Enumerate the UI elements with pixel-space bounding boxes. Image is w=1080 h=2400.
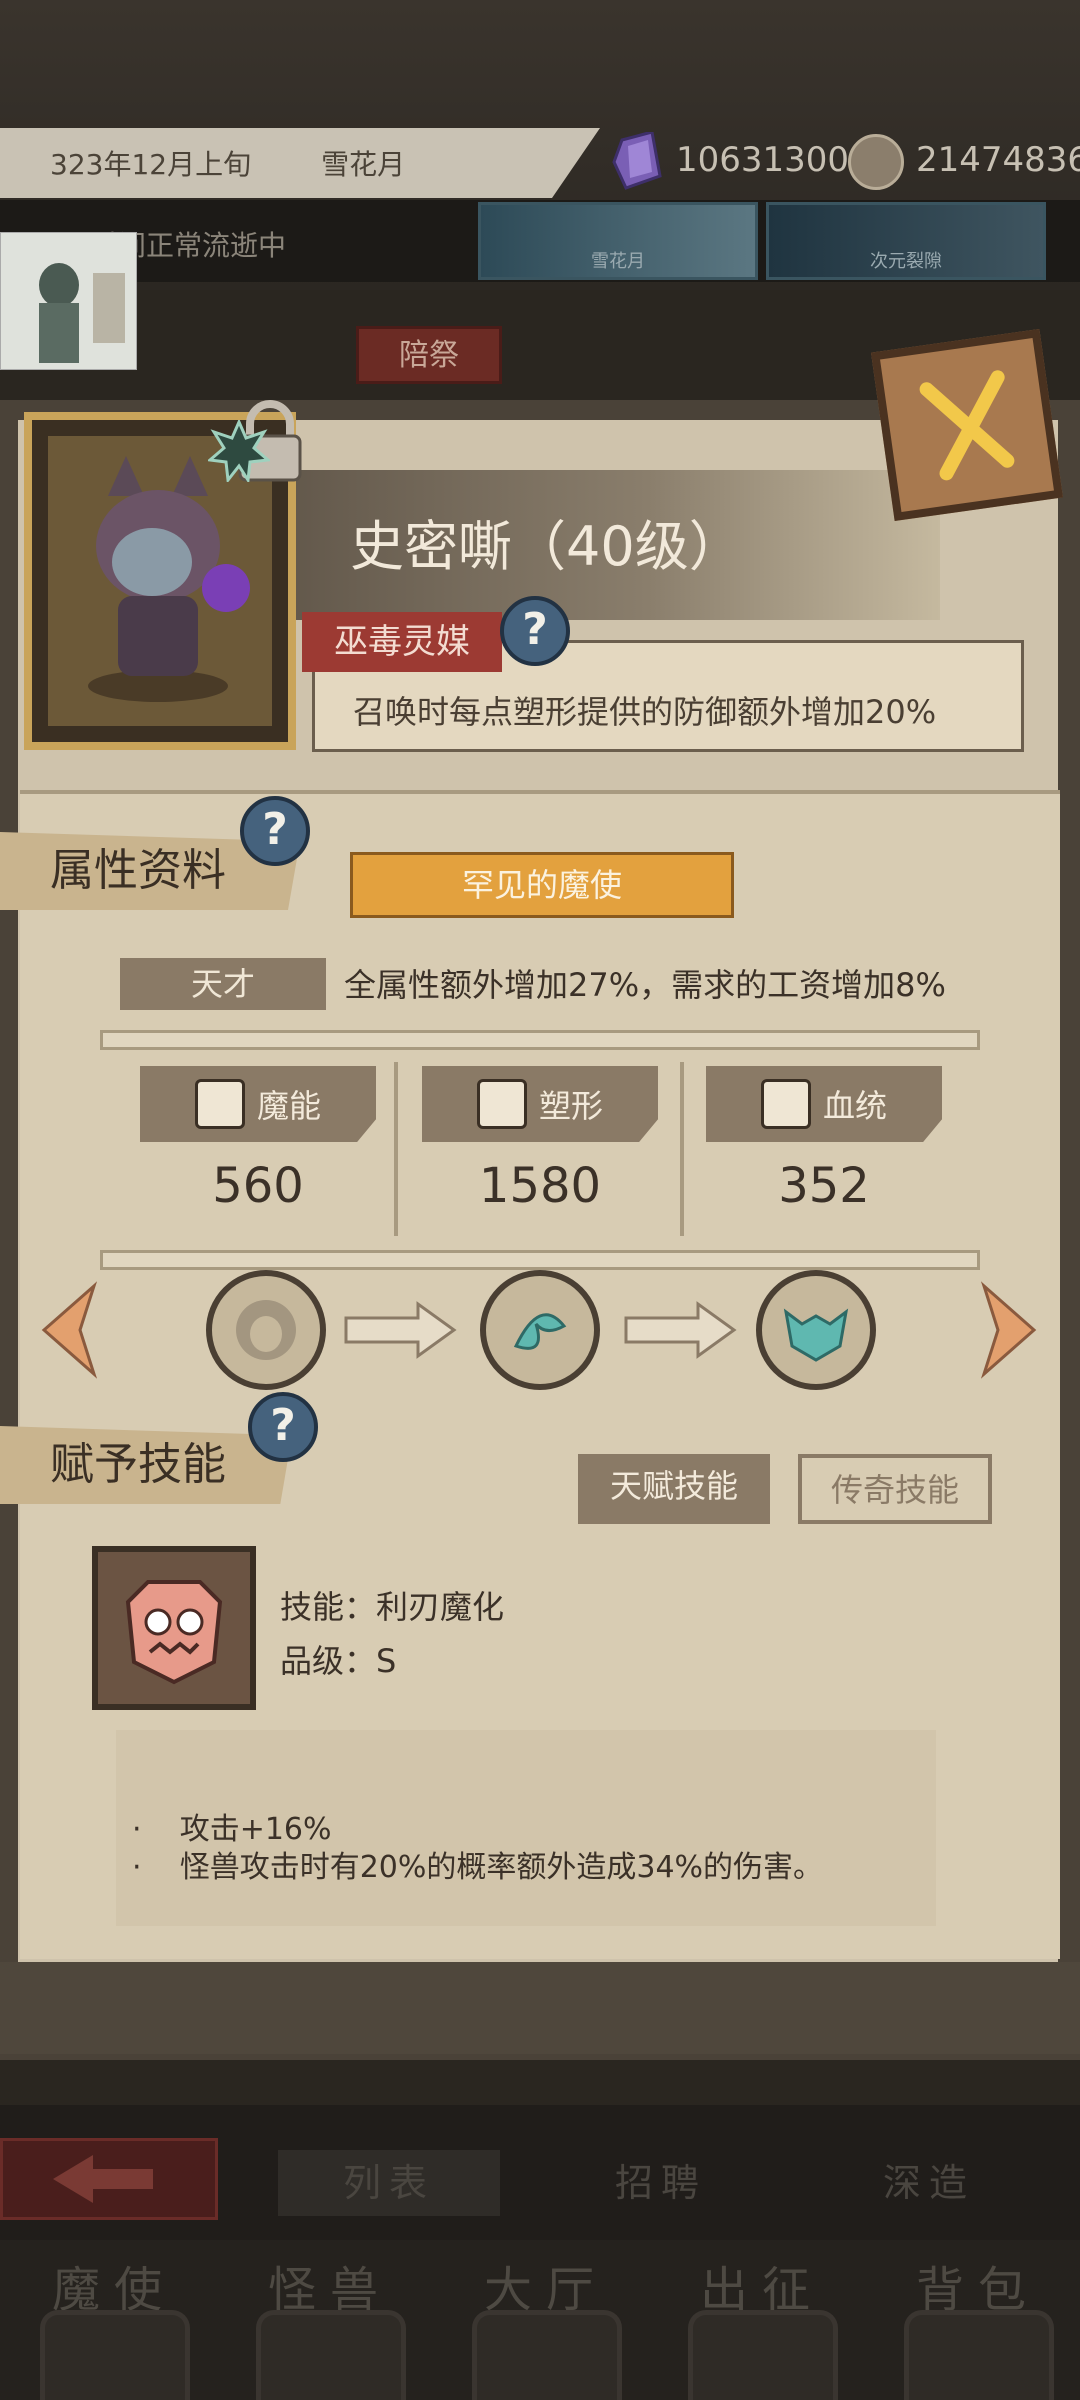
skills-help-icon[interactable]: ? — [248, 1392, 318, 1462]
mana-icon — [194, 1079, 245, 1129]
monster-icon — [256, 2310, 406, 2400]
subtab-advanced-study[interactable]: 深造 — [818, 2150, 1040, 2216]
date-bar: 323年12月上旬 雪花月 — [0, 128, 600, 198]
bloodline-icon — [760, 1079, 811, 1129]
stat-label: 塑形 — [538, 1087, 603, 1125]
bullet: · — [132, 1850, 142, 1885]
rarity-gem-icon — [208, 420, 270, 482]
subtab-list[interactable]: 列表 — [278, 2150, 500, 2216]
attributes-help-icon[interactable]: ? — [240, 796, 310, 866]
stats-top-divider — [100, 1030, 980, 1050]
skill-icon-frame[interactable] — [92, 1546, 256, 1710]
stat-header: 血统 — [706, 1066, 942, 1142]
coin-icon — [848, 134, 904, 190]
stat-shaping: 塑形 1580 — [422, 1062, 658, 1236]
hooded-figure-icon — [236, 1300, 296, 1360]
talent-description: 全属性额外增加27%，需求的工资增加8% — [344, 966, 946, 1004]
backpack-icon — [904, 2310, 1054, 2400]
evolution-arrow-icon — [624, 1301, 737, 1359]
demon-mask-icon — [783, 1308, 849, 1362]
coin-amount: 21474836 — [916, 140, 1080, 180]
tab-talent-skill[interactable]: 天赋技能 — [578, 1454, 770, 1524]
event-card-rift[interactable]: 次元裂隙 — [766, 202, 1046, 280]
stat-label: 魔能 — [256, 1087, 321, 1125]
next-arrow-icon[interactable] — [974, 1280, 1044, 1380]
expedition-icon — [688, 2310, 838, 2400]
back-arrow-icon — [53, 2155, 153, 2203]
hall-icon — [472, 2310, 622, 2400]
stat-bloodline: 血统 352 — [706, 1062, 942, 1236]
evolution-stage-2[interactable] — [480, 1270, 600, 1390]
tab-legend-skill[interactable]: 传奇技能 — [798, 1454, 992, 1524]
evolution-stage-3[interactable] — [756, 1270, 876, 1390]
swirl-spirit-icon — [513, 1313, 567, 1350]
event-card-label: 次元裂隙 — [870, 251, 942, 272]
event-card-label: 雪花月 — [591, 251, 645, 272]
crystal-icon — [612, 132, 662, 190]
effect-text: 怪兽攻击时有20%的概率额外造成34%的伤害。 — [179, 1850, 824, 1885]
trait-help-icon[interactable]: ? — [500, 596, 570, 666]
stat-value: 560 — [212, 1158, 304, 1214]
evolution-stage-1[interactable] — [206, 1270, 326, 1390]
envoy-skull-icon — [40, 2310, 190, 2400]
npc-figure-icon — [39, 263, 125, 363]
character-name: 史密嘶（40级） — [350, 515, 743, 578]
accompany-button[interactable]: 陪祭 — [356, 326, 502, 384]
stat-header: 魔能 — [140, 1066, 376, 1142]
skills-section-title: 赋予技能 — [0, 1426, 292, 1504]
stat-value: 1580 — [478, 1158, 602, 1214]
stat-divider — [394, 1062, 398, 1236]
skill-effect-line: · 怪兽攻击时有20%的概率额外造成34%的伤害。 — [132, 1842, 823, 1886]
talent-tag: 天才 — [120, 958, 326, 1010]
stat-label: 血统 — [822, 1087, 887, 1125]
previous-arrow-icon[interactable] — [34, 1280, 104, 1380]
close-icon — [919, 370, 1015, 481]
stat-value: 352 — [778, 1158, 870, 1214]
subtab-recruit[interactable]: 招聘 — [550, 2150, 772, 2216]
evolution-arrow-icon — [344, 1301, 457, 1359]
rarity-banner: 罕见的魔使 — [350, 852, 734, 918]
month-name: 雪花月 — [321, 148, 406, 181]
shaping-icon — [476, 1079, 527, 1129]
skill-name: 技能：利刃魔化 — [280, 1588, 505, 1626]
skill-grade: 品级：S — [280, 1642, 397, 1680]
stat-header: 塑形 — [422, 1066, 658, 1142]
back-button[interactable] — [0, 2138, 218, 2220]
panel-bottom-border — [0, 1962, 1080, 2054]
npc-thumbnail[interactable] — [0, 232, 137, 370]
stat-mana: 魔能 560 — [140, 1062, 376, 1236]
trait-name: 巫毒灵媒 — [302, 612, 502, 672]
event-card-snow[interactable]: 雪花月 — [478, 202, 758, 280]
game-date: 323年12月上旬 — [50, 148, 252, 181]
crystal-amount: 106313000 — [676, 140, 871, 180]
stats-bottom-divider — [100, 1250, 980, 1270]
stat-divider — [680, 1062, 684, 1236]
blade-demon-icon — [125, 1580, 223, 1685]
close-button[interactable] — [870, 328, 1064, 522]
